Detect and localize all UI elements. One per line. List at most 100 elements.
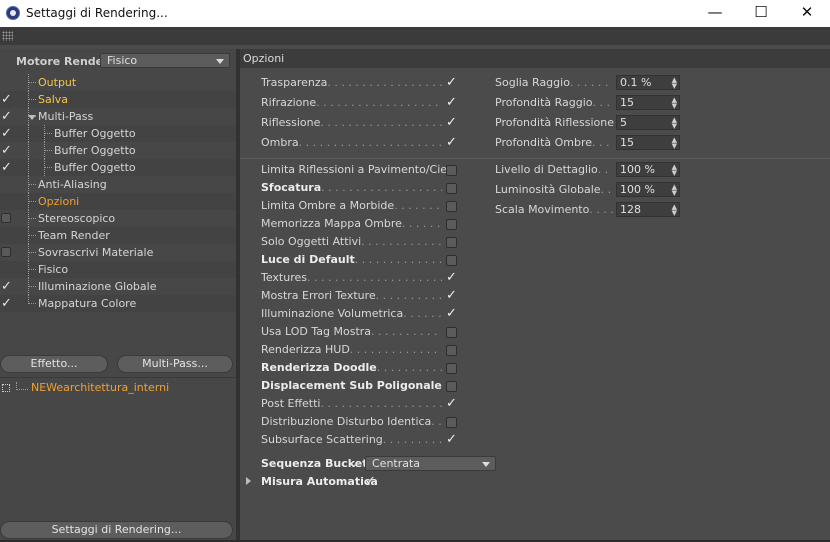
tree-connector: [44, 125, 45, 142]
number-field[interactable]: 15 ▲ ▼: [616, 135, 680, 150]
checkmark-icon[interactable]: ✓: [1, 108, 12, 125]
field-label: Livello di Dettaglio: [495, 163, 598, 176]
leader-dots: . . . . . . . . . . .: [569, 76, 613, 89]
tree-item[interactable]: ✓ Mappatura Colore: [0, 295, 236, 312]
options-panel: Opzioni Trasparenza . . . . . . . . . . …: [240, 49, 830, 542]
tree-item[interactable]: Anti-Aliasing: [0, 176, 236, 193]
tree-item[interactable]: Output: [0, 74, 236, 91]
option-checkbox[interactable]: ✓: [446, 289, 457, 302]
tree-item[interactable]: Sovrascrivi Materiale: [0, 244, 236, 261]
field-label: Profondità Raggio: [495, 96, 593, 109]
bucket-sequence-dropdown[interactable]: Centrata: [365, 456, 496, 471]
option-checkbox[interactable]: ✓: [446, 76, 457, 89]
number-field[interactable]: 5 ▲ ▼: [616, 115, 680, 130]
number-field[interactable]: 0.1 % ▲ ▼: [616, 75, 680, 90]
spinner-arrows-icon[interactable]: ▲ ▼: [672, 164, 677, 177]
option-checkbox[interactable]: ✓: [446, 136, 457, 149]
expand-arrow-icon[interactable]: [28, 115, 36, 120]
number-field[interactable]: 128 ▲ ▼: [616, 202, 680, 217]
option-checkbox[interactable]: [446, 255, 457, 266]
checkmark-icon[interactable]: ✓: [1, 278, 12, 295]
checkmark-icon[interactable]: ✓: [1, 295, 12, 312]
option-checkbox[interactable]: [446, 219, 457, 230]
window-title: Settaggi di Rendering...: [26, 6, 168, 20]
option-checkbox[interactable]: [446, 417, 457, 428]
tree-item[interactable]: Stereoscopico: [0, 210, 236, 227]
spinner-arrows-icon[interactable]: ▲ ▼: [672, 137, 677, 150]
number-field-value: 100 %: [620, 163, 655, 176]
tree-item[interactable]: ✓ Multi-Pass: [0, 108, 236, 125]
leader-dots: . . . . . . . . . . . . . . . . . . . . …: [431, 415, 442, 428]
option-checkbox[interactable]: [446, 381, 457, 392]
leader-dots: . . . . . . . . . . .: [597, 163, 613, 176]
tree-item[interactable]: Opzioni: [0, 193, 236, 210]
checkmark-icon[interactable]: ✓: [1, 142, 12, 159]
option-label: Mostra Errori Texture: [261, 289, 376, 302]
spinner-arrows-icon[interactable]: ▲ ▼: [672, 204, 677, 217]
render-engine-dropdown[interactable]: Fisico: [100, 53, 230, 68]
number-field[interactable]: 100 % ▲ ▼: [616, 182, 680, 197]
checkbox[interactable]: [1, 213, 11, 223]
field-label: Profondità Riflessione: [495, 116, 614, 129]
spinner-arrows-icon[interactable]: ▲ ▼: [672, 117, 677, 130]
tree-connector: [28, 159, 29, 176]
number-field[interactable]: 15 ▲ ▼: [616, 95, 680, 110]
minimize-button[interactable]: —: [692, 0, 738, 27]
tree-item[interactable]: Team Render: [0, 227, 236, 244]
option-checkbox[interactable]: [446, 201, 457, 212]
leader-dots: . . . . . . . . . . . . . . . . . . . . …: [321, 181, 442, 194]
tree-item-label: Buffer Oggetto: [54, 144, 136, 157]
option-checkbox[interactable]: ✓: [446, 271, 457, 284]
number-field-value: 100 %: [620, 183, 655, 196]
option-checkbox[interactable]: [446, 165, 457, 176]
option-checkbox[interactable]: ✓: [446, 397, 457, 410]
effect-button[interactable]: Effetto...: [0, 355, 108, 373]
close-button[interactable]: ✕: [784, 0, 830, 27]
leader-dots: . . . . . . . . . . .: [592, 96, 613, 109]
tree-connector: [28, 201, 36, 202]
option-checkbox[interactable]: ✓: [446, 307, 457, 320]
tree-item[interactable]: Fisico: [0, 261, 236, 278]
spinner-arrows-icon[interactable]: ▲ ▼: [672, 77, 677, 90]
number-field[interactable]: 100 % ▲ ▼: [616, 162, 680, 177]
checkmark-icon[interactable]: ✓: [1, 159, 12, 176]
preset-name[interactable]: NEWearchitettura_interni: [31, 381, 169, 394]
auto-size-checkbox[interactable]: ✓: [365, 475, 376, 488]
tree-connector: [44, 150, 52, 151]
option-checkbox[interactable]: [446, 183, 457, 194]
leader-dots: . . . . . . . . . . . . . . . . . . . . …: [361, 235, 442, 248]
tree-item[interactable]: ✓ Buffer Oggetto: [0, 125, 236, 142]
tree-connector: [28, 235, 36, 236]
option-checkbox[interactable]: [446, 327, 457, 338]
tree-item[interactable]: ✓ Illuminazione Globale: [0, 278, 236, 295]
leader-dots: . . . . . . . . . . . . . . . . . . . . …: [298, 136, 442, 149]
tree-item-label: Salva: [38, 93, 69, 106]
option-checkbox[interactable]: ✓: [446, 96, 457, 109]
option-label: Post Effetti: [261, 397, 321, 410]
checkmark-icon[interactable]: ✓: [1, 125, 12, 142]
tree-connector: [28, 74, 29, 91]
section-header: Opzioni: [240, 49, 830, 68]
render-settings-button[interactable]: Settaggi di Rendering...: [0, 521, 233, 539]
option-checkbox[interactable]: ✓: [446, 116, 457, 129]
preset-expand-icon[interactable]: [2, 384, 10, 392]
option-label: Distribuzione Disturbo Identica: [261, 415, 432, 428]
tree-item-label: Mappatura Colore: [38, 297, 137, 310]
tree-item[interactable]: ✓ Buffer Oggetto: [0, 159, 236, 176]
option-checkbox[interactable]: [446, 363, 457, 374]
option-checkbox[interactable]: [446, 345, 457, 356]
grip-icon[interactable]: [2, 31, 13, 41]
tree-item[interactable]: ✓ Salva: [0, 91, 236, 108]
expand-arrow-icon[interactable]: [246, 477, 251, 485]
maximize-button[interactable]: ☐: [738, 0, 784, 27]
checkmark-icon[interactable]: ✓: [1, 91, 12, 108]
multipass-button[interactable]: Multi-Pass...: [117, 355, 233, 373]
tree-item[interactable]: ✓ Buffer Oggetto: [0, 142, 236, 159]
tree-item-label: Team Render: [38, 229, 110, 242]
spinner-arrows-icon[interactable]: ▲ ▼: [672, 184, 677, 197]
option-label: Displacement Sub Poligonale: [261, 379, 442, 392]
option-checkbox[interactable]: ✓: [446, 433, 457, 446]
option-checkbox[interactable]: [446, 237, 457, 248]
spinner-arrows-icon[interactable]: ▲ ▼: [672, 97, 677, 110]
checkbox[interactable]: [1, 247, 11, 257]
